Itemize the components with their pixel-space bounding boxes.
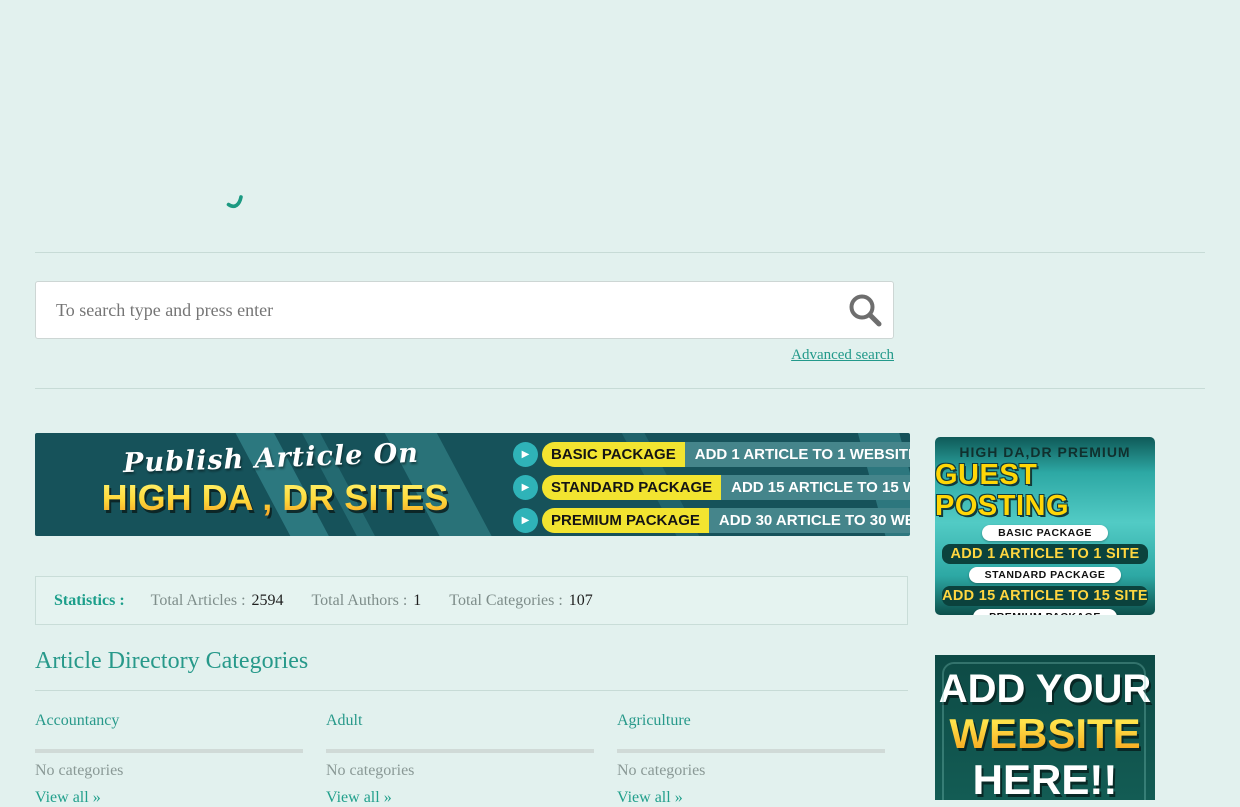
add-your-website-sidebar-ad[interactable]: ADD YOUR WEBSITE HERE!!: [935, 655, 1155, 800]
banner-package-list: ▶ BASIC PACKAGE ADD 1 ARTICLE TO 1 WEBSI…: [513, 442, 910, 533]
category-link-agriculture[interactable]: Agriculture: [617, 712, 885, 730]
play-icon: ▶: [513, 442, 538, 467]
banner-package-row: ▶ BASIC PACKAGE ADD 1 ARTICLE TO 1 WEBSI…: [513, 442, 910, 467]
publish-article-banner-ad[interactable]: Publish Article On HIGH DA , DR SITES ▶ …: [35, 433, 910, 536]
ad1-title: GUEST POSTING: [935, 460, 1155, 522]
package-name: BASIC PACKAGE: [542, 442, 685, 467]
banner-package-pill: PREMIUM PACKAGE ADD 30 ARTICLE TO 30 WEB…: [542, 508, 910, 533]
ad2-text-line: WEBSITE: [935, 711, 1155, 757]
divider-top: [35, 252, 1205, 253]
ad1-package-pill: PREMIUM PACKAGE: [973, 609, 1117, 615]
search-input[interactable]: [36, 282, 893, 338]
category-underline: [35, 749, 303, 753]
banner-package-row: ▶ PREMIUM PACKAGE ADD 30 ARTICLE TO 30 W…: [513, 508, 910, 533]
category-underline: [326, 749, 594, 753]
play-icon: ▶: [513, 475, 538, 500]
category-column: Adult No categories View all »: [326, 712, 594, 807]
statistics-box: Statistics : Total Articles : 2594 Total …: [35, 576, 908, 625]
advanced-search-link[interactable]: Advanced search: [35, 347, 894, 364]
package-offer: ADD 1 ARTICLE TO 1 WEBSITE: [685, 442, 910, 467]
divider-under-heading: [35, 690, 908, 691]
logo-mark[interactable]: [225, 194, 245, 214]
view-all-link[interactable]: View all »: [326, 789, 594, 807]
view-all-link[interactable]: View all »: [617, 789, 885, 807]
stat-total-articles: Total Articles : 2594: [151, 592, 284, 610]
ad1-offer-bar: ADD 15 ARTICLE TO 15 SITE: [942, 586, 1148, 606]
banner-package-pill: BASIC PACKAGE ADD 1 ARTICLE TO 1 WEBSITE: [542, 442, 910, 467]
package-name: STANDARD PACKAGE: [542, 475, 721, 500]
category-status: No categories: [617, 762, 885, 780]
divider-under-search: [35, 388, 1205, 389]
stat-value: 1: [413, 592, 421, 609]
stat-total-categories: Total Categories : 107: [449, 592, 593, 610]
ad1-package-pill: STANDARD PACKAGE: [969, 567, 1122, 583]
package-offer: ADD 15 ARTICLE TO 15 WEBSITES: [721, 475, 910, 500]
ad1-offer-bar: ADD 1 ARTICLE TO 1 SITE: [942, 544, 1148, 564]
category-status: No categories: [35, 762, 303, 780]
guest-posting-sidebar-ad[interactable]: HIGH DA,DR PREMIUM GUEST POSTING BASIC P…: [935, 437, 1155, 615]
package-offer: ADD 30 ARTICLE TO 30 WEBSITES: [709, 508, 910, 533]
play-icon: ▶: [513, 508, 538, 533]
page-title: Article Directory Categories: [35, 648, 308, 675]
stat-value: 107: [569, 592, 593, 609]
banner-package-pill: STANDARD PACKAGE ADD 15 ARTICLE TO 15 WE…: [542, 475, 910, 500]
banner-headline: HIGH DA , DR SITES: [65, 477, 485, 519]
ad1-package-pill: BASIC PACKAGE: [982, 525, 1108, 541]
stat-total-authors: Total Authors : 1: [312, 592, 422, 610]
package-name: PREMIUM PACKAGE: [542, 508, 709, 533]
search-icon: [846, 292, 884, 330]
stat-label: Total Categories :: [449, 592, 563, 609]
view-all-link[interactable]: View all »: [35, 789, 303, 807]
search-button[interactable]: [845, 292, 885, 332]
category-column: Agriculture No categories View all »: [617, 712, 885, 807]
category-underline: [617, 749, 885, 753]
search-box: [35, 281, 894, 339]
category-column: Accountancy No categories View all »: [35, 712, 303, 807]
stat-label: Total Articles :: [151, 592, 246, 609]
stat-value: 2594: [252, 592, 284, 609]
banner-package-row: ▶ STANDARD PACKAGE ADD 15 ARTICLE TO 15 …: [513, 475, 910, 500]
statistics-label: Statistics :: [54, 592, 125, 610]
stat-label: Total Authors :: [312, 592, 408, 609]
category-status: No categories: [326, 762, 594, 780]
category-link-accountancy[interactable]: Accountancy: [35, 712, 303, 730]
ad1-subtitle: HIGH DA,DR PREMIUM: [959, 444, 1130, 460]
category-link-adult[interactable]: Adult: [326, 712, 594, 730]
